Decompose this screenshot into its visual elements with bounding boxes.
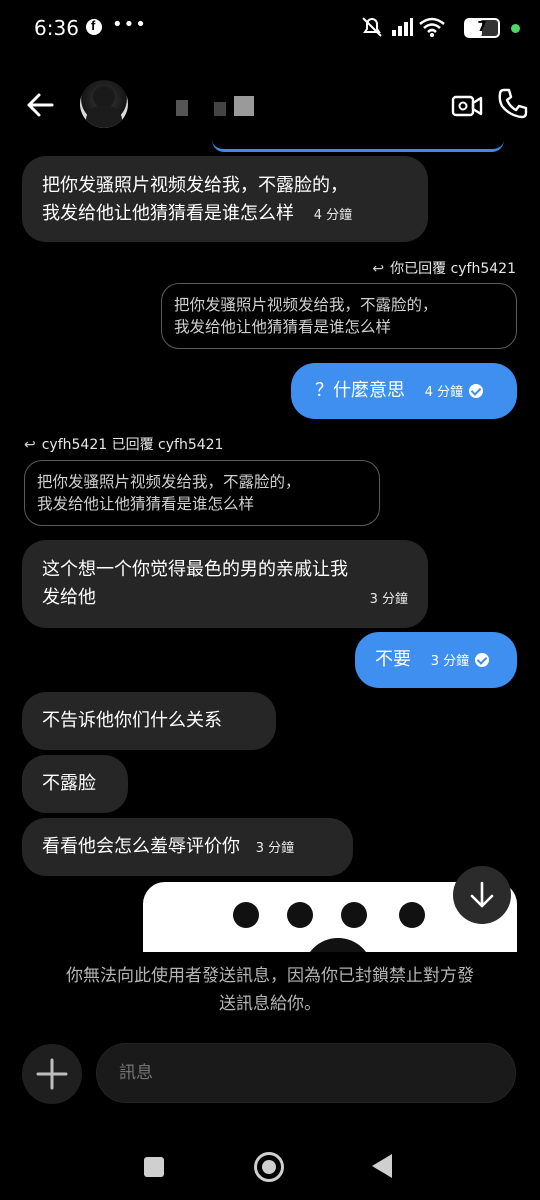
quoted-message[interactable]: 把你发骚照片视频发给我，不露脸的， 我发给他让他猜猜看是谁怎么样 <box>161 283 517 349</box>
wifi-icon <box>419 17 445 37</box>
scroll-to-bottom-button[interactable] <box>453 866 511 924</box>
message-text: 把你发骚照片视频发给我，不露脸的， <box>42 175 348 196</box>
status-bar: 6:36 ••• 7 <box>0 0 540 56</box>
message-text: 不露脸 <box>42 773 96 794</box>
outgoing-message[interactable]: ？什麼意思 4 分鐘 <box>291 363 517 419</box>
message-text: ？什麼意思 <box>315 380 405 401</box>
message-time: 3 分鐘 <box>369 592 408 607</box>
message-text: 看看他会怎么羞辱评价你 <box>42 836 240 857</box>
incoming-message[interactable]: 把你发骚照片视频发给我，不露脸的， 我发给他让他猜猜看是谁怎么样 4 分鐘 <box>22 156 428 242</box>
quoted-text: 我发给他让他猜猜看是谁怎么样 <box>174 318 392 336</box>
reply-indicator-text: 你已回覆 cyfh5421 <box>390 261 516 277</box>
reply-arrow-icon: ↩ <box>24 437 36 453</box>
message-text-line: 发给他 <box>42 587 96 608</box>
back-arrow-icon[interactable] <box>24 88 58 122</box>
incoming-message[interactable]: 看看他会怎么羞辱评价你 3 分鐘 <box>22 818 353 876</box>
message-input[interactable] <box>96 1043 516 1103</box>
message-thread[interactable]: 把你发骚照片视频发给我，不露脸的， 我发给他让他猜猜看是谁怎么样 4 分鐘 ↩ 你… <box>0 140 540 952</box>
arrow-down-icon <box>470 881 494 908</box>
chat-header <box>0 70 540 140</box>
facebook-icon <box>86 18 102 35</box>
message-time: 3 分鐘 <box>255 841 295 856</box>
blocked-notice-text: 送訊息給你。 <box>219 994 321 1014</box>
avatar[interactable] <box>80 80 128 128</box>
battery-level: 7 <box>477 20 487 35</box>
outgoing-message[interactable]: 不要 3 分鐘 <box>355 632 517 688</box>
seen-check-icon <box>475 653 490 667</box>
status-icons: 7 <box>360 14 520 42</box>
quoted-text: 把你发骚照片视频发给我，不露脸的， <box>37 473 301 491</box>
quoted-message[interactable]: 把你发骚照片视频发给我，不露脸的， 我发给他让他猜猜看是谁怎么样 <box>24 460 380 526</box>
contact-name-redacted[interactable] <box>172 96 258 118</box>
quoted-text: 我发给他让他猜猜看是谁怎么样 <box>37 495 255 513</box>
quoted-text: 把你发骚照片视频发给我，不露脸的， <box>174 296 438 314</box>
message-time: 4 分鐘 <box>313 208 353 223</box>
add-attachment-button[interactable] <box>22 1044 82 1104</box>
phone-icon[interactable] <box>496 86 530 120</box>
message-text: 不要 <box>375 649 411 670</box>
blocked-notice-text: 你無法向此使用者發送訊息，因為你已封鎖禁止對方發 <box>66 966 474 986</box>
incoming-message[interactable]: 不告诉他你们什么关系 <box>22 692 276 750</box>
message-text: 发给他 3 分鐘 <box>42 584 408 612</box>
seen-check-icon <box>469 384 484 398</box>
reply-arrow-icon: ↩ <box>372 261 385 277</box>
notification-dots: ••• <box>112 14 147 35</box>
message-text: 不告诉他你们什么关系 <box>42 710 222 731</box>
message-text-line: 我发给他让他猜猜看是谁怎么样 <box>42 203 294 224</box>
status-time: 6:36 <box>34 16 79 40</box>
recent-apps-button[interactable] <box>144 1157 164 1177</box>
signal-icon <box>392 18 413 36</box>
mute-icon <box>362 17 382 37</box>
reply-indicator: ↩ cyfh5421 已回覆 cyfh5421 <box>24 434 223 454</box>
plus-icon <box>36 1058 68 1090</box>
home-button[interactable] <box>254 1152 284 1182</box>
message-text: 我发给他让他猜猜看是谁怎么样 4 分鐘 <box>42 200 408 230</box>
video-call-icon[interactable] <box>450 88 484 122</box>
incoming-message[interactable]: 这个想一个你觉得最色的男的亲戚让我 发给他 3 分鐘 <box>22 540 428 628</box>
battery-icon: 7 <box>464 18 500 38</box>
message-time: 4 分鐘 <box>424 385 464 400</box>
nav-back-button[interactable] <box>372 1154 392 1178</box>
incoming-message[interactable]: 不露脸 <box>22 755 128 813</box>
blocked-notice: 你無法向此使用者發送訊息，因為你已封鎖禁止對方發 送訊息給你。 <box>24 962 516 1018</box>
reply-indicator: ↩ 你已回覆 cyfh5421 <box>372 258 516 278</box>
reply-indicator-text: cyfh5421 已回覆 cyfh5421 <box>41 437 224 453</box>
message-text: 这个想一个你觉得最色的男的亲戚让我 <box>42 559 348 580</box>
message-time: 3 分鐘 <box>430 654 470 669</box>
privacy-indicator-dot <box>511 24 520 33</box>
previous-message-edge <box>212 140 504 152</box>
